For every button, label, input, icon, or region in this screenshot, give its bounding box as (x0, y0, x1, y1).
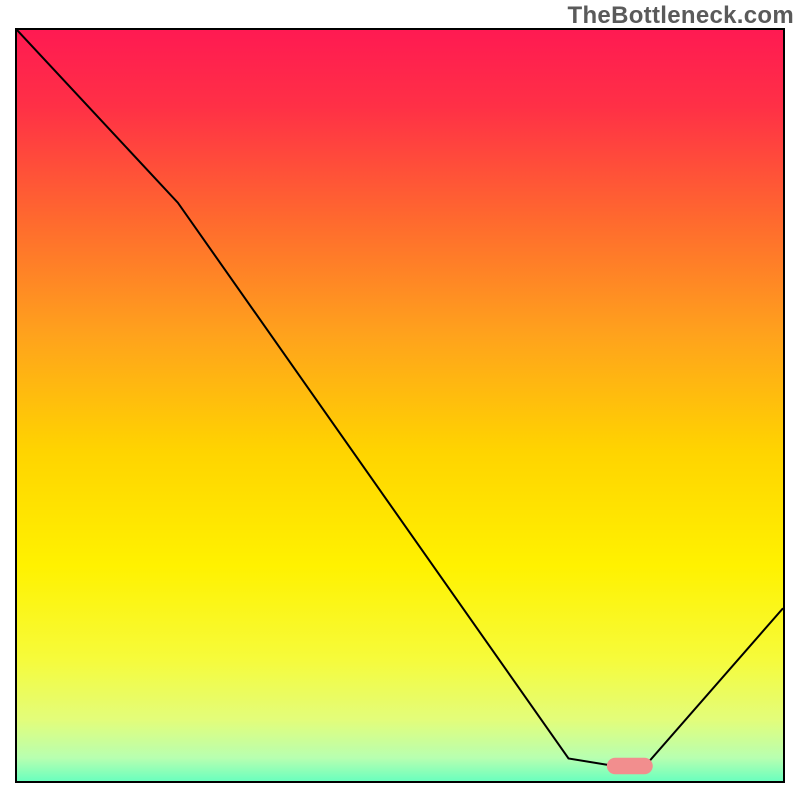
curve-layer (17, 30, 783, 781)
optimal-marker (607, 758, 653, 775)
plot-area (15, 28, 785, 783)
watermark-label: TheBottleneck.com (568, 2, 794, 30)
chart-frame: TheBottleneck.com (0, 0, 800, 800)
bottleneck-curve (17, 30, 783, 766)
